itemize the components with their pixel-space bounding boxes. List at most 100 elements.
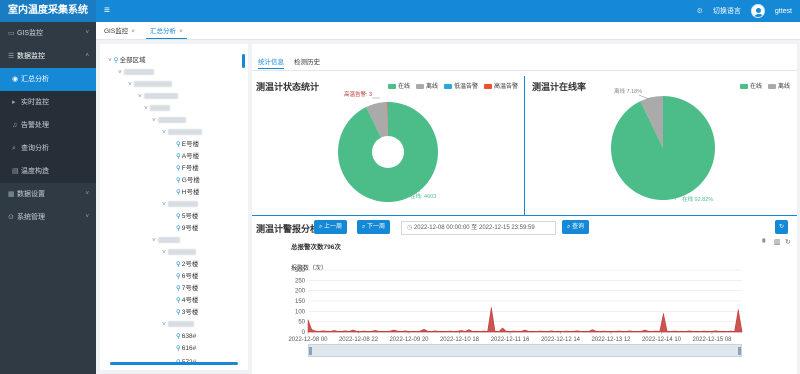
tree-label: A号楼 [181,153,200,160]
tab-gis[interactable]: GIS监控 × [100,24,139,39]
tree-leaf[interactable]: ⚲3号楼 [176,308,198,318]
line-chart-icon[interactable]: ⩩ [762,238,766,246]
sidebar-item-alarm[interactable]: ♫ 告警处理 [0,114,96,137]
sidebar-item-system[interactable]: ⊙ 系统管理 ˅ [0,206,96,229]
tree-leaf[interactable]: ⚲6号楼 [176,272,198,282]
range-end: 2022-12-15 23:59:59 [478,225,535,231]
status-panel-title: 测温计状态统计 [256,82,320,92]
legend-online[interactable]: 在线 [388,81,410,90]
x-tick-label: 2022-12-13 12 [591,337,631,343]
legend-offline[interactable]: 离线 [416,81,438,90]
pin-icon: ◉ [12,76,19,83]
tree-leaf[interactable]: ⚲E号楼 [176,140,199,150]
refresh-button[interactable]: ↻ [775,220,789,234]
username[interactable]: gttest [775,8,792,15]
avatar[interactable] [750,4,765,18]
legend-offline[interactable]: 离线 [768,81,790,90]
tab-statistics[interactable]: 统计信息 [258,57,284,69]
tree-leaf[interactable]: ⚲H号楼 [176,188,199,198]
pin-icon: ⚲ [176,165,181,172]
tree-node[interactable]: ˅ [138,92,178,102]
settings-icon[interactable]: ⚙ [697,7,703,15]
sidebar-item-data-monitor[interactable]: ☰ 数据监控 ˄ [0,45,96,68]
y-tick-label: 150 [295,299,306,305]
tree-leaf[interactable]: ⚲2号楼 [176,260,198,270]
tree-label: 638# [181,333,197,340]
sidebar-item-gis[interactable]: ▭ GIS监控 ˅ [0,22,96,45]
tab-history[interactable]: 检测历史 [294,57,320,69]
query-button[interactable]: ⌕ 查询 [562,220,590,234]
tree-node[interactable]: ˅ [152,116,186,126]
tree-root[interactable]: ˅ ⚲全部区域 [108,56,146,66]
slider-handle-left[interactable] [309,347,312,355]
range-start: 2022-12-08 00:00:00 [413,225,470,231]
range-separator: 至 [471,225,478,231]
status-legend: 在线 离线 低温告警 高温告警 [388,81,518,90]
tab-summary[interactable]: 汇总分析 × [146,24,187,39]
list-icon: ☰ [8,53,15,60]
restore-icon[interactable]: ↻ [785,238,791,246]
sidebar-item-summary[interactable]: ◉ 汇总分析 [0,68,96,91]
pin-icon: ⚲ [176,189,181,196]
tree-leaf[interactable]: ⚲A号楼 [176,152,199,162]
legend-label: 离线 [778,84,791,90]
tree-label: G号楼 [181,177,200,184]
online-pct-label: 在线 92.82% [682,197,714,203]
slider-handle-right[interactable] [738,347,741,355]
tree-node[interactable]: ˅ [118,68,154,78]
sidebar-item-temp[interactable]: ▤ 温度构造 [0,160,96,183]
close-icon[interactable]: × [131,28,135,35]
tree-label: 7号楼 [181,285,199,292]
bell-icon: ♫ [12,122,18,129]
data-zoom-slider[interactable] [308,344,742,357]
sidebar-item-data-settings[interactable]: ▦ 数据设置 ˅ [0,183,96,206]
tree-node[interactable]: ˅ [162,320,194,330]
legend-high-alarm[interactable]: 高温告警 [484,81,518,90]
sidebar-item-query[interactable]: ⌕ 查询分析 [0,137,96,160]
bar-chart-icon[interactable]: ▥ [774,238,781,246]
tree-leaf[interactable]: ⚲616# [176,344,196,354]
top-right-area: ⚙ 切换语言 gttest [697,0,792,22]
tree-scrollbar-horizontal[interactable] [110,362,238,365]
tree-label: 616# [181,345,197,352]
tree-leaf[interactable]: ⚲7号楼 [176,284,198,294]
prev-week-button[interactable]: ⌕ 上一周 [314,220,348,234]
search-icon: ⌕ [12,145,16,152]
tree-node[interactable]: ˅ [144,104,170,114]
next-week-button[interactable]: ⌕ 下一周 [357,220,391,234]
tree-node[interactable]: ˅ [162,128,202,138]
tree-leaf[interactable]: ⚲G号楼 [176,176,200,186]
refresh-icon: ↻ [779,224,785,230]
menu-toggle-icon[interactable]: ≡ [104,6,110,16]
language-switch[interactable]: 切换语言 [713,6,741,16]
sidebar-item-label: 温度构造 [21,168,49,175]
tree-node[interactable]: ˅ [162,200,198,210]
legend-label: 高温告警 [494,84,519,90]
date-range-picker[interactable]: ◷ 2022-12-08 00:00:00 至 2022-12-15 23:59… [401,221,556,235]
tree-leaf[interactable]: ⚲F号楼 [176,164,199,174]
tree-leaf[interactable]: ⚲5号楼 [176,212,198,222]
tree-label: H号楼 [181,189,200,196]
pin-icon: ⚲ [176,285,181,292]
legend-online[interactable]: 在线 [740,81,762,90]
tree-leaf[interactable]: ⚲4号楼 [176,296,198,306]
tree-leaf[interactable]: ⚲638# [176,332,196,342]
offline-leader-line [638,94,650,100]
page-tabs: GIS监控 × 汇总分析 × [96,22,800,40]
tree-node[interactable]: ˅ [152,236,180,246]
tree-leaf[interactable]: ⚲9号楼 [176,224,198,234]
close-icon[interactable]: × [179,28,183,35]
sidebar-item-label: 查询分析 [21,145,49,152]
tree-node[interactable]: ˅ [162,248,196,258]
monitor-icon: ▭ [8,30,15,37]
clock-icon: ◷ [407,225,414,231]
main-panel: 统计信息 检测历史 测温计状态统计 在线 离线 低温告警 高温告警 高温告警: … [252,44,797,374]
tab-label: GIS监控 [104,28,129,35]
legend-low-alarm[interactable]: 低温告警 [444,81,478,90]
legend-label: 离线 [426,84,439,90]
tree-scrollbar-vertical[interactable] [242,54,245,68]
legend-label: 在线 [398,84,411,90]
tree-node[interactable]: ˅ [128,80,172,90]
sidebar-item-realtime[interactable]: ▸ 实时监控 [0,91,96,114]
rate-panel-title: 测温计在线率 [532,82,587,92]
